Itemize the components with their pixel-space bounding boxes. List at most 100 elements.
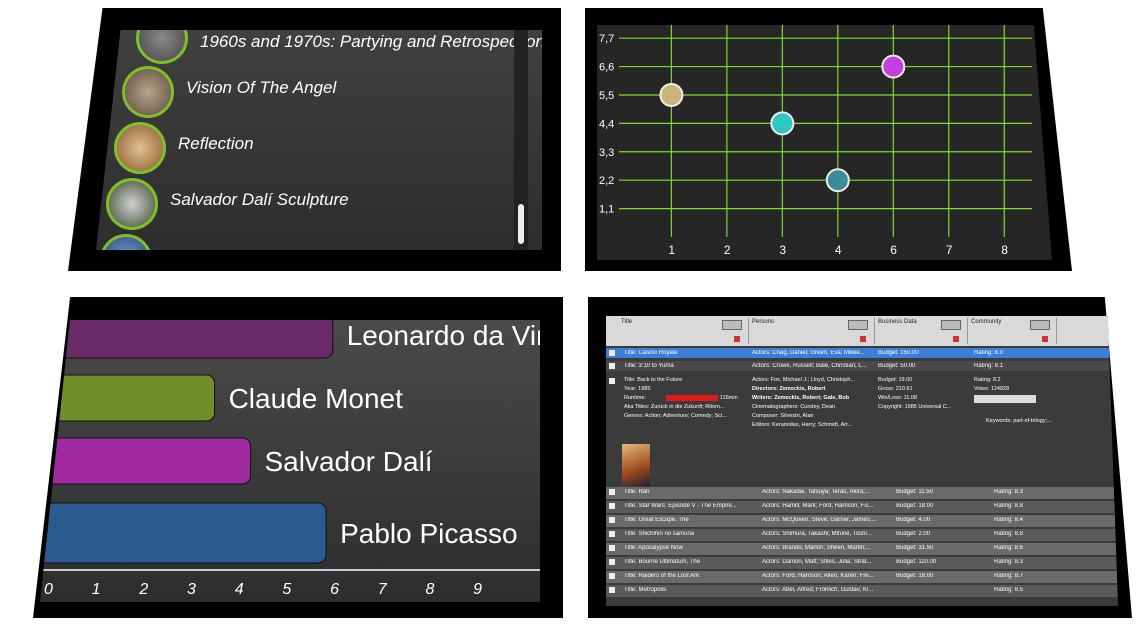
cell-business: Budget: 4.00	[896, 517, 931, 523]
list-item[interactable]: 1960s and 1970s: Partying and Retrospect…	[136, 30, 542, 66]
detail-genres: Genres: Action; Adventure; Comedy; Sci..…	[624, 413, 727, 419]
row-checkbox[interactable]	[609, 489, 615, 495]
cell-business: Budget: 31.50	[896, 545, 934, 551]
data-point	[659, 82, 684, 107]
row-checkbox[interactable]	[609, 531, 615, 537]
cell-business: Budget: 50.00	[878, 363, 916, 369]
table-row[interactable]: Title: Raiders of the Lost Ark Actors: Fo…	[606, 571, 1118, 583]
x-tick-label: 2	[138, 581, 148, 598]
x-tick-label: 7	[946, 243, 953, 257]
gallery-list-screen: 1960s and 1970s: Partying and Retrospect…	[96, 30, 542, 250]
column-header-business[interactable]: Business Data	[875, 318, 968, 344]
filter-button[interactable]	[722, 320, 742, 330]
table-row[interactable]: Title: Metropolis Actors: Abel, Alfred; F…	[606, 585, 1118, 597]
detail-votes: Votes: 124828	[974, 386, 1010, 392]
bar	[40, 374, 216, 422]
detail-editors: Editors: Keramidas, Harry; Schmidt, Art.…	[752, 422, 853, 428]
detail-gross: Gross: 210.61	[878, 386, 913, 392]
runtime-bar	[666, 395, 718, 401]
y-tick-label: 6,6	[599, 62, 614, 74]
column-label: Business Data	[878, 319, 917, 325]
bar-label: Pablo Picasso	[340, 518, 517, 549]
y-tick-label: 5,5	[599, 90, 614, 102]
list-item[interactable]	[100, 234, 160, 250]
x-tick-label: 5	[282, 581, 291, 598]
filter-button[interactable]	[848, 320, 868, 330]
row-checkbox[interactable]	[609, 559, 615, 565]
detail-cinematographers: Cinematographers: Cundey, Dean	[752, 404, 836, 410]
bar	[40, 502, 327, 564]
table-row[interactable]: Title: Shichinin no samurai Actors: Shimu…	[606, 529, 1118, 541]
table-row[interactable]: Title: 3:10 to Yuma Actors: Crowe, Russe…	[606, 361, 1118, 371]
detail-actors: Actors: Fox, Michael J.; Lloyd, Christop…	[752, 377, 856, 383]
detail-runtime: 116min	[720, 395, 738, 401]
table-row[interactable]: Title: Apocalypse Now Actors: Brando, Mar…	[606, 543, 1118, 555]
cell-persons: Actors: McQueen, Steve; Garner, James;..…	[762, 517, 877, 523]
scrollbar-thumb[interactable]	[518, 204, 524, 244]
cell-title: Title: Ran	[624, 489, 650, 495]
cell-community: Rating: 8.0	[974, 350, 1004, 356]
row-checkbox[interactable]	[609, 350, 615, 356]
data-point	[770, 111, 795, 136]
row-checkbox[interactable]	[609, 573, 615, 579]
list-item[interactable]: Reflection	[114, 122, 514, 176]
table-header: Title Persons Business Data Community	[606, 316, 1118, 346]
movie-poster	[622, 444, 650, 486]
expanded-row-detail[interactable]: Title: Back to the Future Year: 1985 Run…	[606, 376, 1118, 488]
row-checkbox[interactable]	[609, 503, 615, 509]
bar-chart[interactable]: Leonardo da Vinci Claude Monet Salvador Da…	[40, 320, 540, 602]
cell-title: Title: Great Escape, The	[624, 517, 689, 523]
detail-title: Title: Back to the Future	[624, 377, 683, 383]
scrollbar[interactable]	[514, 30, 528, 250]
column-header-community[interactable]: Community	[968, 318, 1057, 344]
cell-community: Rating: 8.3	[994, 489, 1024, 495]
cell-community: Rating: 8.8	[994, 503, 1024, 509]
cell-persons: Actors: Ford, Harrison; Allen, Karen; Fr…	[762, 573, 874, 579]
close-icon[interactable]	[953, 336, 959, 342]
table-row[interactable]: Title: Ran Actors: Nakadai, Tatsuya; Tera…	[606, 487, 1118, 499]
x-tick-label: 6	[330, 581, 339, 598]
row-checkbox[interactable]	[609, 517, 615, 523]
cell-community: Rating: 8.4	[994, 517, 1024, 523]
filter-button[interactable]	[941, 320, 961, 330]
detail-copyright: Copyright: 1985 Universal C...	[878, 404, 952, 410]
filter-button[interactable]	[1030, 320, 1050, 330]
y-tick-label: 7,7	[599, 33, 614, 45]
column-header-persons[interactable]: Persons	[749, 318, 875, 344]
movie-table-screen: Title Persons Business Data Community Ti…	[606, 316, 1118, 606]
scatter-chart[interactable]: 1,1 2,2 3,3 4,4 5,5 6,6 7,7 1 2 3 4 6 7 8	[597, 25, 1052, 260]
close-icon[interactable]	[860, 336, 866, 342]
column-header-title[interactable]: Title	[618, 318, 749, 344]
cell-title: Title: Apocalypse Now	[624, 545, 683, 551]
row-checkbox[interactable]	[609, 545, 615, 551]
close-icon[interactable]	[1042, 336, 1048, 342]
cell-community: Rating: 8.7	[994, 573, 1024, 579]
x-tick-label: 1	[92, 581, 101, 598]
cell-title: Title: 3:10 to Yuma	[624, 363, 674, 369]
thumbnail	[114, 122, 166, 174]
bar-label: Claude Monet	[229, 383, 404, 414]
scatter-chart-screen: 1,1 2,2 3,3 4,4 5,5 6,6 7,7 1 2 3 4 6 7 8	[597, 25, 1052, 260]
list-item-label: 1960s and 1970s: Partying and Retrospect…	[200, 32, 542, 51]
table-row[interactable]: Title: Star Wars: Episode V - The Empire…	[606, 501, 1118, 513]
detail-aka: Aka Titles: Zurück in die Zukunft; Ritor…	[624, 404, 725, 410]
x-tick-label: 8	[1001, 243, 1008, 257]
row-checkbox[interactable]	[609, 363, 615, 369]
cell-community: Rating: 8.8	[994, 531, 1024, 537]
detail-rating: Rating: 8.2	[974, 377, 1001, 383]
row-checkbox[interactable]	[609, 587, 615, 593]
row-checkbox[interactable]	[609, 378, 615, 384]
rating-distribution-bar	[974, 395, 1036, 403]
cell-community: Rating: 8.3	[994, 559, 1024, 565]
list-item[interactable]: Vision Of The Angel	[122, 66, 522, 120]
x-tick-label: 0	[44, 581, 53, 598]
bar-chart-screen: Leonardo da Vinci Claude Monet Salvador Da…	[40, 320, 540, 602]
table-row[interactable]: Title: Great Escape, The Actors: McQueen,…	[606, 515, 1118, 527]
cell-persons: Actors: Abel, Alfred; Fröhlich, Gustav; …	[762, 587, 874, 593]
list-item[interactable]: Salvador Dalí Sculpture	[106, 178, 506, 232]
bar	[40, 437, 252, 485]
close-icon[interactable]	[734, 336, 740, 342]
x-tick-label: 8	[425, 581, 434, 598]
table-row[interactable]: Title: Bourne Ultimatum, The Actors: Damo…	[606, 557, 1118, 569]
table-row[interactable]: Title: Casino Royale Actors: Craig, Dani…	[606, 348, 1118, 358]
